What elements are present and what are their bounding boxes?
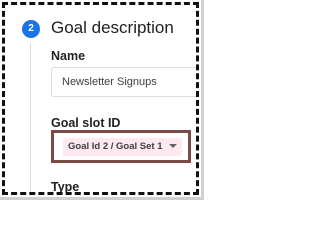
goal-slot-id-value: Goal Id 2 / Goal Set 1: [68, 141, 163, 152]
step-number-badge: 2: [22, 20, 40, 38]
frame-shadow-bottom: [0, 197, 204, 200]
dropdown-caret-icon: [168, 144, 177, 149]
goal-slot-id-dropdown[interactable]: Goal Id 2 / Goal Set 1: [63, 138, 182, 156]
step-connector-line: [30, 43, 31, 192]
frame-shadow-right: [201, 0, 204, 200]
goal-name-input[interactable]: [51, 67, 196, 97]
name-label: Name: [51, 49, 86, 63]
section-title: Goal description: [51, 18, 174, 37]
screenshot-frame: 2 Goal description Name Goal slot ID Goa…: [2, 2, 199, 195]
goal-slot-id-label: Goal slot ID: [51, 116, 121, 130]
type-label: Type: [51, 180, 80, 194]
